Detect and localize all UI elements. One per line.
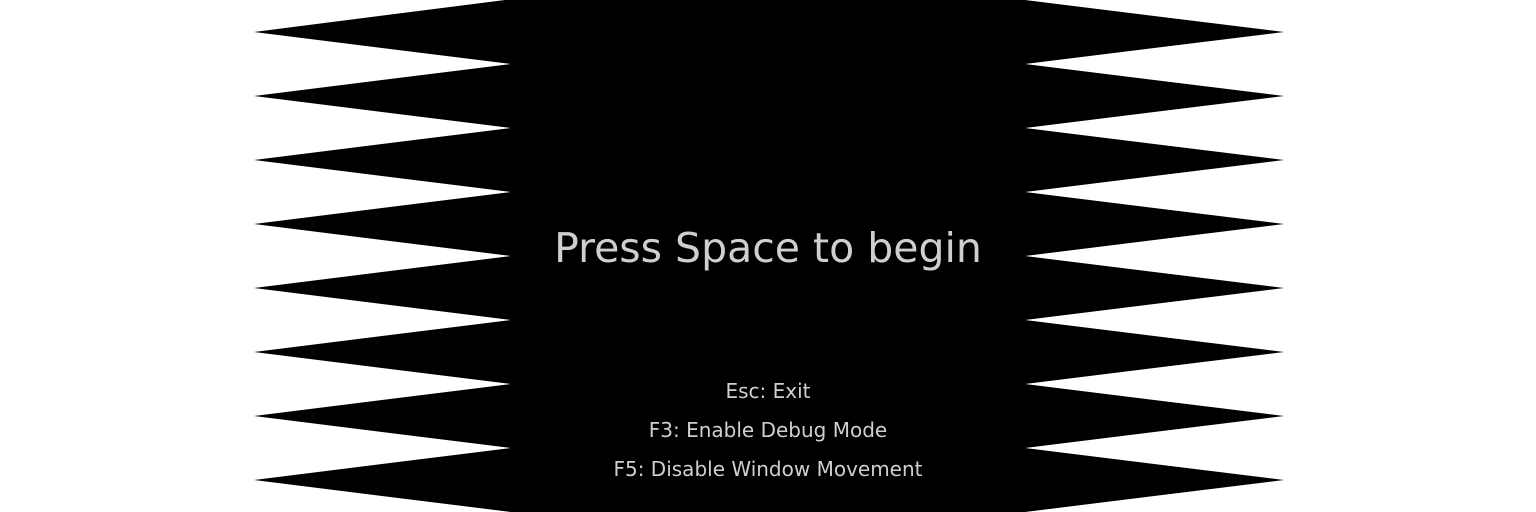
control-window-movement: F5: Disable Window Movement (613, 457, 923, 481)
control-debug-mode: F3: Enable Debug Mode (648, 418, 888, 442)
controls-list: Esc: Exit F3: Enable Debug Mode F5: Disa… (0, 372, 1536, 489)
start-prompt: Press Space to begin (554, 224, 982, 272)
control-exit: Esc: Exit (725, 379, 811, 403)
